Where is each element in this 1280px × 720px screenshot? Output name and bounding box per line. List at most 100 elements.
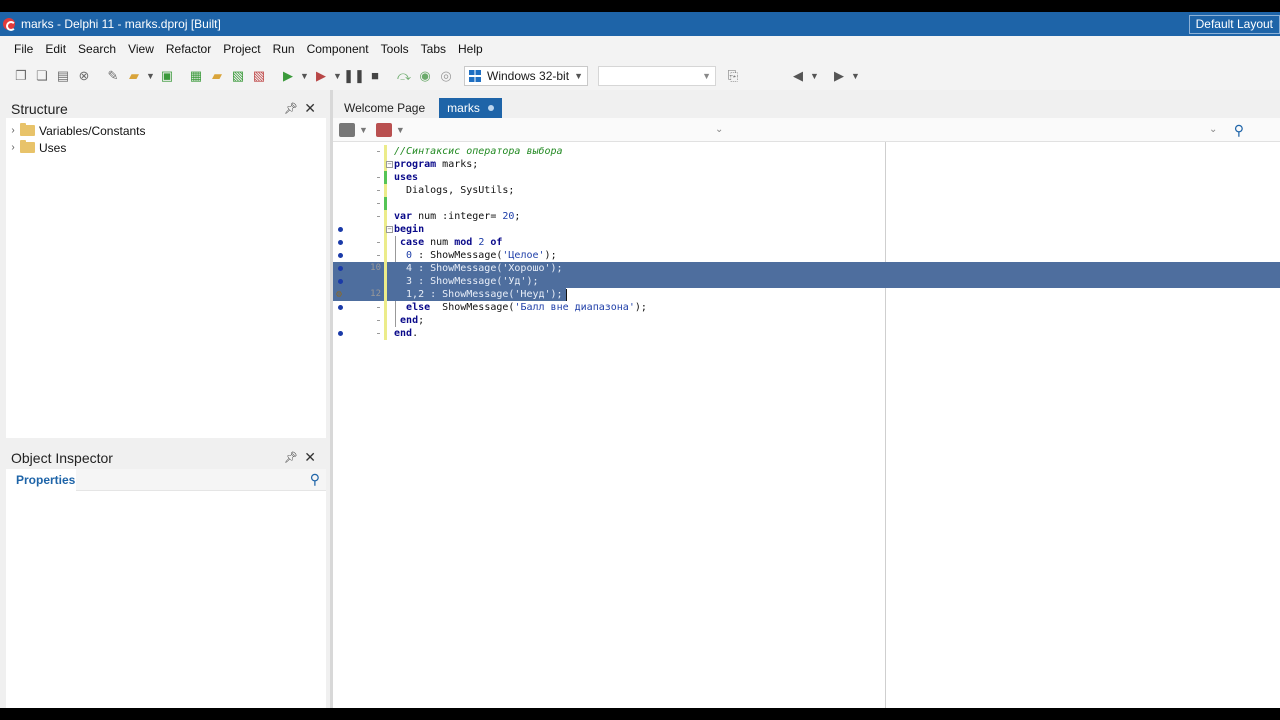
tree-item-uses[interactable]: › Uses (6, 139, 326, 156)
chevron-down-icon[interactable]: ⌄ (1209, 124, 1217, 135)
close-icon[interactable]: ✕ (304, 449, 316, 466)
breakpoint-marker-icon[interactable] (338, 279, 343, 284)
code-line[interactable]: var num :integer= 20; (333, 210, 1280, 223)
unit-icon[interactable] (339, 122, 355, 137)
code-line-selected[interactable]: ⚙ 12 1,2 : ShowMessage('Неуд'); (333, 288, 566, 301)
breakpoint-marker-icon[interactable] (338, 331, 343, 336)
fold-toggle-icon[interactable]: − (386, 226, 393, 233)
code-line[interactable]: end; (333, 314, 1280, 327)
deploy-icon[interactable]: ⎘ (724, 67, 742, 85)
pin-icon[interactable]: 📌︎ (284, 102, 298, 115)
open-folder-icon[interactable]: ▰ (208, 67, 226, 85)
open-project-icon[interactable]: ▰ (125, 67, 143, 85)
chevron-down-icon: ▼ (574, 70, 583, 81)
menu-tabs[interactable]: Tabs (415, 42, 452, 56)
method-icon[interactable] (375, 122, 392, 137)
code-line[interactable]: end. (333, 327, 1280, 340)
close-project-icon[interactable]: ⊗ (75, 67, 93, 85)
code-line[interactable]: else ShowMessage('Балл вне диапазона'); (333, 301, 1280, 314)
new-form-icon[interactable]: ❏ (33, 67, 51, 85)
add-to-project-icon[interactable]: ▧ (229, 67, 247, 85)
new-unit-icon[interactable]: ▤ (54, 67, 72, 85)
code-text: //Синтаксис оператора выбора (394, 146, 563, 157)
search-icon[interactable]: ⚲ (1234, 122, 1244, 139)
breakpoint-marker-icon[interactable] (338, 240, 343, 245)
menu-run[interactable]: Run (267, 42, 301, 56)
run-icon[interactable]: ▶ (279, 67, 297, 85)
code-line-selected[interactable]: 3 : ShowMessage('Уд'); (333, 275, 1280, 288)
menu-project[interactable]: Project (217, 42, 266, 56)
code-line[interactable]: //Синтаксис оператора выбора (333, 145, 1280, 158)
target-platform-value: Windows 32-bit (487, 68, 570, 83)
code-line-selected[interactable]: 10 4 : ShowMessage('Хорошо'); (333, 262, 1280, 275)
code-area[interactable]: //Синтаксис оператора выбора − program m… (333, 142, 1280, 708)
editor-navigation-bar: ▼ ▼ ⌄ ⌄ ⚲ (333, 118, 1280, 142)
step-over-icon[interactable]: ⤼ (395, 67, 413, 85)
object-inspector-header: Object Inspector 📌︎ ✕ (6, 447, 326, 469)
menu-edit[interactable]: Edit (39, 42, 72, 56)
back-dropdown-icon[interactable]: ▼ (810, 67, 819, 85)
code-text: case num mod 2 of (400, 237, 503, 248)
screen-letterbox-top (0, 0, 1280, 12)
breakpoint-marker-icon[interactable] (338, 266, 343, 271)
remove-from-project-icon[interactable]: ▧ (250, 67, 268, 85)
chevron-down-icon[interactable]: ⌄ (715, 124, 723, 135)
trace-into-icon[interactable]: ◉ (416, 67, 434, 85)
code-line[interactable]: − begin (333, 223, 1280, 236)
structure-title: Structure (11, 101, 68, 117)
chevron-down-icon[interactable]: ▼ (359, 125, 368, 135)
fold-toggle-icon[interactable]: − (386, 161, 393, 168)
run-until-return-icon[interactable]: ◎ (437, 67, 455, 85)
pin-icon[interactable]: 📌︎ (284, 451, 298, 464)
line-number: 12 (370, 289, 381, 299)
search-icon[interactable]: ⚲ (310, 471, 320, 488)
code-line[interactable] (333, 197, 1280, 210)
code-line[interactable]: − program marks; (333, 158, 1280, 171)
tab-marks[interactable]: marks (439, 98, 502, 118)
menu-component[interactable]: Component (301, 42, 375, 56)
close-icon[interactable]: ✕ (304, 100, 316, 117)
run-dropdown-icon[interactable]: ▼ (300, 67, 309, 85)
stop-icon[interactable]: ■ (366, 67, 384, 85)
save-all-icon[interactable]: ▦ (187, 67, 205, 85)
breakpoint-marker-icon[interactable] (338, 305, 343, 310)
tab-properties[interactable]: Properties (6, 468, 76, 491)
menu-view[interactable]: View (122, 42, 160, 56)
code-line[interactable]: case num mod 2 of (333, 236, 1280, 249)
code-line[interactable]: Dialogs, SysUtils; (333, 184, 1280, 197)
build-config-select[interactable]: ▼ (598, 65, 716, 86)
run-without-debug-dropdown-icon[interactable]: ▼ (333, 67, 342, 85)
new-items-icon[interactable]: ❐ (12, 67, 30, 85)
chevron-right-icon[interactable]: › (6, 125, 20, 136)
menu-search[interactable]: Search (72, 42, 122, 56)
run-without-debug-icon[interactable]: ▶ (312, 67, 330, 85)
code-text: end; (400, 315, 425, 326)
menu-help[interactable]: Help (452, 42, 489, 56)
chevron-down-icon[interactable]: ▼ (396, 125, 405, 135)
structure-tree: › Variables/Constants › Uses (6, 118, 326, 438)
breakpoint-marker-icon[interactable] (338, 227, 343, 232)
tab-welcome-page[interactable]: Welcome Page (336, 98, 433, 118)
breakpoint-marker-icon[interactable] (338, 253, 343, 258)
menu-refactor[interactable]: Refactor (160, 42, 217, 56)
forward-icon[interactable]: ▶ (830, 67, 848, 85)
open-dropdown-icon[interactable]: ▼ (146, 67, 155, 85)
property-search-input[interactable]: ⚲ (176, 469, 326, 491)
windows-icon (469, 69, 481, 82)
code-line[interactable]: uses (333, 171, 1280, 184)
target-platform-select[interactable]: Windows 32-bit ▼ (464, 65, 588, 86)
new-file-icon[interactable]: ✎ (104, 67, 122, 85)
line-number: 10 (370, 263, 381, 273)
pause-icon[interactable]: ❚❚ (343, 67, 365, 85)
forward-dropdown-icon[interactable]: ▼ (851, 67, 860, 85)
default-layout-button[interactable]: Default Layout (1188, 15, 1280, 34)
save-icon[interactable]: ▣ (158, 67, 176, 85)
menu-tools[interactable]: Tools (375, 42, 415, 56)
tree-item-variables-constants[interactable]: › Variables/Constants (6, 122, 326, 139)
code-text: 3 : ShowMessage('Уд'); (394, 276, 539, 287)
back-icon[interactable]: ◀ (789, 67, 807, 85)
menu-file[interactable]: File (8, 42, 39, 56)
chevron-right-icon[interactable]: › (6, 142, 20, 153)
title-bar: marks - Delphi 11 - marks.dproj [Built] … (0, 12, 1280, 36)
code-line[interactable]: 0 : ShowMessage('Целое'); (333, 249, 1280, 262)
